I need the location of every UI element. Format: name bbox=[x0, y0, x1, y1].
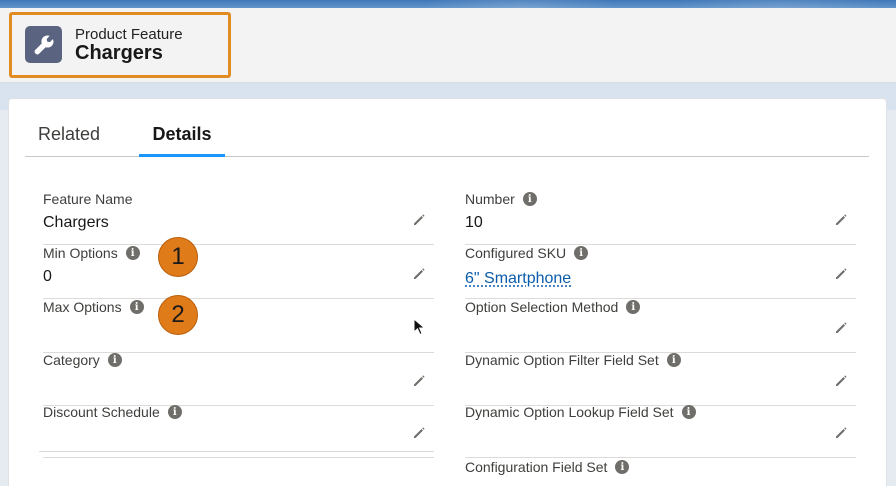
field-min-options: Min Options i 0 bbox=[43, 245, 434, 299]
field-number: Number i 10 bbox=[465, 191, 856, 245]
pencil-icon[interactable] bbox=[412, 374, 426, 388]
divider bbox=[39, 451, 434, 452]
annotation-badge-1: 1 bbox=[158, 237, 198, 277]
info-icon[interactable]: i bbox=[626, 300, 641, 314]
field-option-selection-method: Option Selection Method i bbox=[465, 299, 856, 353]
info-icon[interactable]: i bbox=[574, 246, 589, 260]
pencil-icon[interactable] bbox=[834, 267, 848, 281]
field-label: Dynamic Option Filter Field Set bbox=[465, 352, 659, 368]
tab-details[interactable]: Details bbox=[139, 124, 225, 157]
pencil-icon[interactable] bbox=[834, 426, 848, 440]
info-icon[interactable]: i bbox=[129, 300, 144, 314]
tab-bar: Related Details bbox=[25, 114, 869, 157]
pencil-icon[interactable] bbox=[834, 321, 848, 335]
field-category: Category i bbox=[43, 352, 434, 406]
field-discount-schedule: Discount Schedule i bbox=[43, 404, 434, 458]
field-label: Configuration Field Set bbox=[465, 459, 608, 475]
info-icon[interactable]: i bbox=[681, 405, 696, 419]
info-icon[interactable]: i bbox=[666, 353, 681, 367]
field-label: Dynamic Option Lookup Field Set bbox=[465, 404, 674, 420]
active-tab-indicator bbox=[139, 154, 225, 157]
field-feature-name: Feature Name Chargers bbox=[43, 191, 434, 245]
field-configuration-field-set: Configuration Field Set i bbox=[465, 459, 856, 486]
field-value: 0 bbox=[43, 268, 52, 285]
wrench-icon bbox=[25, 26, 62, 63]
field-label: Max Options bbox=[43, 299, 122, 315]
mouse-cursor-icon bbox=[413, 318, 426, 336]
info-icon[interactable]: i bbox=[107, 353, 122, 367]
field-label: Configured SKU bbox=[465, 245, 567, 261]
info-icon[interactable]: i bbox=[125, 246, 140, 260]
record-title: Chargers bbox=[75, 42, 163, 64]
info-icon[interactable]: i bbox=[167, 405, 182, 419]
field-label: Min Options bbox=[43, 245, 118, 261]
field-value: Chargers bbox=[43, 214, 109, 231]
field-label: Option Selection Method bbox=[465, 299, 619, 315]
field-configured-sku: Configured SKU i 6" Smartphone bbox=[465, 245, 856, 299]
field-max-options: Max Options i bbox=[43, 299, 434, 353]
field-label: Number bbox=[465, 191, 515, 207]
field-value: 10 bbox=[465, 214, 483, 231]
pencil-icon[interactable] bbox=[412, 213, 426, 227]
field-label: Feature Name bbox=[43, 191, 133, 207]
field-label: Discount Schedule bbox=[43, 404, 160, 420]
configured-sku-link[interactable]: 6" Smartphone bbox=[465, 270, 571, 288]
info-icon[interactable]: i bbox=[615, 460, 630, 474]
annotation-badge-2: 2 bbox=[158, 295, 198, 335]
pencil-icon[interactable] bbox=[834, 374, 848, 388]
field-dynamic-option-filter-field-set: Dynamic Option Filter Field Set i bbox=[465, 352, 856, 406]
pencil-icon[interactable] bbox=[412, 426, 426, 440]
tab-related[interactable]: Related bbox=[38, 124, 100, 157]
field-dynamic-option-lookup-field-set: Dynamic Option Lookup Field Set i bbox=[465, 404, 856, 458]
pencil-icon[interactable] bbox=[412, 267, 426, 281]
field-label: Category bbox=[43, 352, 100, 368]
info-icon[interactable]: i bbox=[522, 192, 537, 206]
pencil-icon[interactable] bbox=[834, 213, 848, 227]
object-type-label: Product Feature bbox=[75, 26, 183, 43]
